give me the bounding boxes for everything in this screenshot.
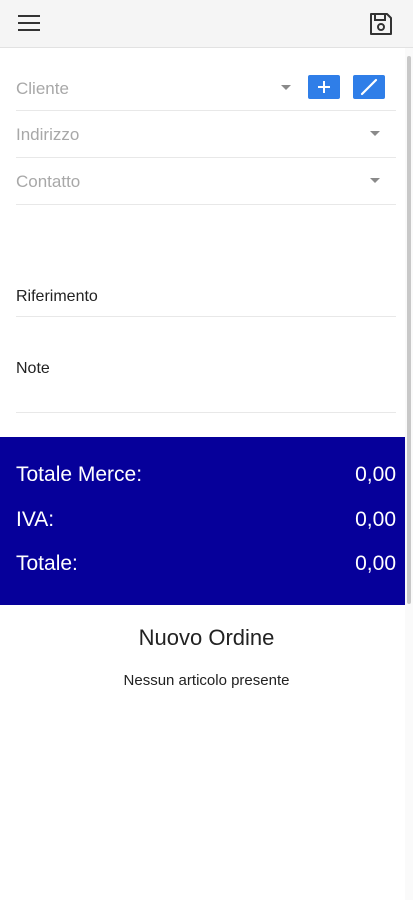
save-button[interactable] — [367, 10, 395, 38]
floppy-disk-save-icon — [370, 13, 392, 35]
contatto-select[interactable]: Contatto — [16, 158, 396, 205]
iva-row: IVA: 0,00 — [16, 508, 396, 538]
contatto-placeholder: Contatto — [16, 172, 81, 191]
cliente-select[interactable]: Cliente — [16, 64, 396, 111]
totale-merce-row: Totale Merce: 0,00 — [16, 463, 396, 493]
menu-button[interactable] — [16, 10, 44, 38]
cliente-placeholder: Cliente — [16, 79, 69, 98]
scrollbar-thumb[interactable] — [407, 56, 411, 604]
totale-merce-value: 0,00 — [355, 463, 396, 486]
form-scroll-area: Cliente Indirizzo Contatto Riferimento N… — [0, 48, 405, 898]
totale-label: Totale: — [16, 552, 78, 575]
cliente-dropdown-caret-icon[interactable] — [281, 85, 291, 90]
note-label: Note — [16, 360, 50, 377]
iva-value: 0,00 — [355, 508, 396, 531]
riferimento-input-underline[interactable] — [16, 316, 396, 317]
indirizzo-placeholder: Indirizzo — [16, 125, 80, 144]
iva-label: IVA: — [16, 508, 55, 531]
totale-value: 0,00 — [355, 552, 396, 575]
note-input-underline[interactable] — [16, 412, 396, 413]
riferimento-label: Riferimento — [16, 288, 98, 305]
totals-panel: Totale Merce: 0,00 IVA: 0,00 Totale: 0,0… — [0, 437, 405, 605]
plus-icon — [318, 81, 330, 93]
scrollbar[interactable] — [405, 48, 413, 900]
pencil-icon — [360, 78, 378, 96]
totale-row: Totale: 0,00 — [16, 552, 396, 582]
indirizzo-select[interactable]: Indirizzo — [16, 111, 396, 158]
contatto-dropdown-caret-icon[interactable] — [370, 178, 380, 183]
indirizzo-dropdown-caret-icon[interactable] — [370, 131, 380, 136]
empty-items-message: Nessun articolo presente — [123, 672, 290, 689]
top-bar — [0, 0, 413, 48]
hamburger-menu-icon — [18, 15, 40, 31]
add-cliente-button[interactable] — [308, 75, 340, 99]
totale-merce-label: Totale Merce: — [16, 463, 143, 486]
edit-cliente-button[interactable] — [353, 75, 385, 99]
order-title: Nuovo Ordine — [138, 625, 275, 650]
